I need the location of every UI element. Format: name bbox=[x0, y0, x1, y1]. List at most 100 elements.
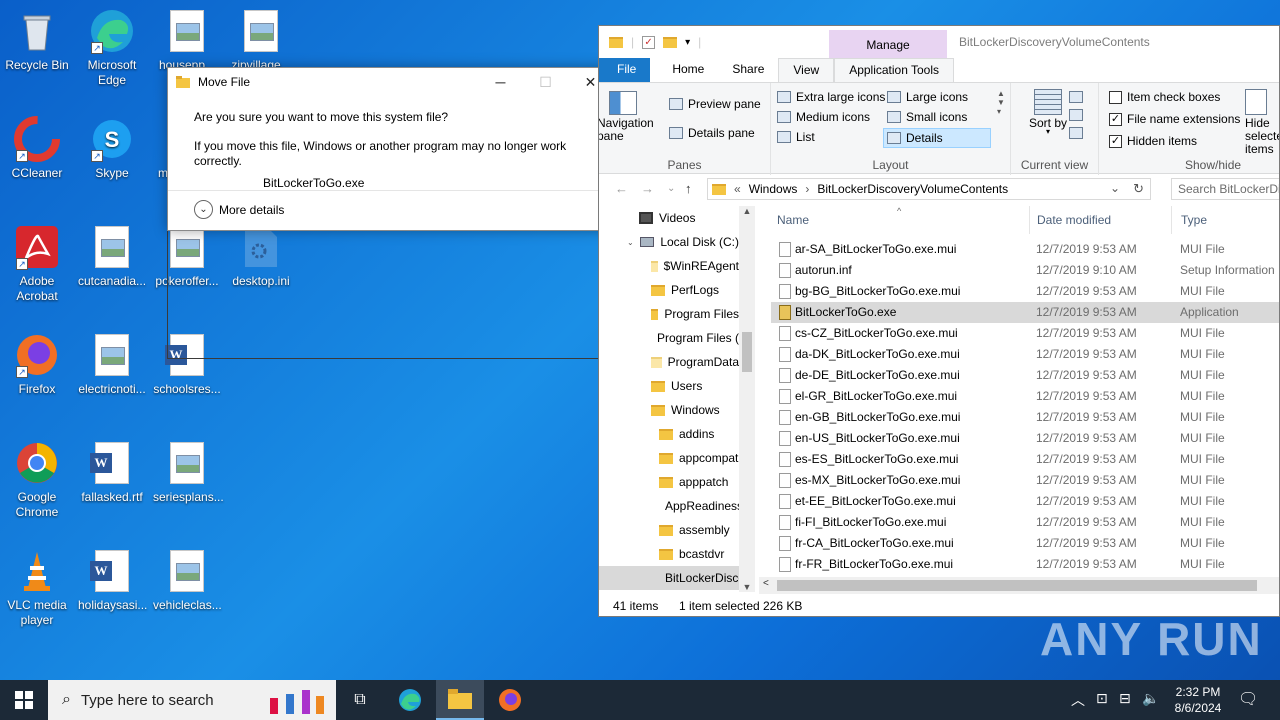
desktop-icon-cutcanadia[interactable]: cutcanadia... bbox=[78, 224, 146, 289]
desktop-icon-vehicleclas[interactable]: vehicleclas... bbox=[153, 548, 222, 613]
forward-arrow-icon[interactable]: → bbox=[641, 181, 654, 196]
file-row[interactable]: fi-FI_BitLockerToGo.exe.mui 12/7/2019 9:5… bbox=[771, 512, 1279, 533]
task-view-button[interactable]: ⧉ bbox=[336, 680, 384, 720]
breadcrumb-windows[interactable]: Windows bbox=[749, 182, 798, 196]
more-details-button[interactable]: ⌄ More details bbox=[194, 200, 284, 219]
nav-item-local-disk[interactable]: ⌄ Local Disk (C:) bbox=[599, 230, 739, 254]
file-row[interactable]: ar-SA_BitLockerToGo.exe.mui 12/7/2019 9:5… bbox=[771, 239, 1279, 260]
taskbar-file-explorer[interactable] bbox=[436, 680, 484, 720]
extra-large-icons-option[interactable]: Extra large icons bbox=[777, 90, 885, 104]
desktop-icon-zipvillage[interactable]: zipvillage... bbox=[227, 8, 295, 73]
horizontal-scrollbar[interactable]: < bbox=[759, 577, 1279, 594]
network-icon[interactable]: ⊟ bbox=[1119, 690, 1131, 707]
desktop-icon-ccleaner[interactable]: ↗ CCleaner bbox=[3, 116, 71, 181]
up-arrow-icon[interactable]: ↑ bbox=[685, 181, 692, 196]
taskbar-clock[interactable]: 2:32 PM 8/6/2024 bbox=[1168, 684, 1228, 716]
navigation-pane-button[interactable]: Navigation pane bbox=[599, 91, 657, 143]
medium-icons-option[interactable]: Medium icons bbox=[777, 110, 870, 124]
tab-file[interactable]: File bbox=[599, 58, 651, 82]
nav-item-bitlocker[interactable]: BitLockerDiscoveryVolumeContents bbox=[599, 566, 739, 590]
group-columns-buttons[interactable] bbox=[1069, 91, 1083, 139]
list-option[interactable]: List bbox=[777, 130, 815, 144]
details-pane-button[interactable]: Details pane bbox=[669, 126, 755, 140]
nav-item-program-files-x86[interactable]: Program Files (x86) bbox=[599, 326, 739, 350]
volume-icon[interactable]: 🔈 bbox=[1142, 690, 1159, 707]
file-row[interactable]: en-GB_BitLockerToGo.exe.mui 12/7/2019 9:5… bbox=[771, 407, 1279, 428]
file-row[interactable]: en-US_BitLockerToGo.exe.mui 12/7/2019 9:5… bbox=[771, 428, 1279, 449]
tab-share[interactable]: Share bbox=[718, 58, 778, 82]
start-button[interactable] bbox=[0, 680, 48, 720]
column-name[interactable]: Name bbox=[777, 213, 809, 227]
address-dropdown-icon[interactable]: ⌄ bbox=[1110, 181, 1120, 195]
minimize-button[interactable]: ─ bbox=[478, 68, 523, 96]
file-row[interactable]: et-EE_BitLockerToGo.exe.mui 12/7/2019 9:5… bbox=[771, 491, 1279, 512]
desktop-icon-firefox[interactable]: ↗ Firefox bbox=[3, 332, 71, 397]
file-name-extensions-toggle[interactable]: ✓ File name extensions bbox=[1109, 112, 1240, 126]
column-date-modified[interactable]: Date modified bbox=[1037, 213, 1111, 227]
tab-home[interactable]: Home bbox=[658, 58, 718, 82]
tab-application-tools[interactable]: Application Tools bbox=[834, 58, 955, 82]
notification-icon[interactable]: 🗨 bbox=[1238, 689, 1258, 709]
desktop-icon-electricnoti[interactable]: electricnoti... bbox=[78, 332, 146, 397]
file-row[interactable]: de-DE_BitLockerToGo.exe.mui 12/7/2019 9:5… bbox=[771, 365, 1279, 386]
desktop-icon-recycle-bin[interactable]: Recycle Bin bbox=[3, 8, 71, 73]
nav-item-users[interactable]: Users bbox=[599, 374, 739, 398]
item-check-boxes-toggle[interactable]: Item check boxes bbox=[1109, 90, 1220, 104]
desktop-icon-acrobat[interactable]: ↗ Adobe Acrobat bbox=[3, 224, 71, 304]
nav-item-programdata[interactable]: ProgramData bbox=[599, 350, 739, 374]
recent-locations-icon[interactable]: ⌄ bbox=[667, 183, 675, 194]
desktop-icon-fallasked[interactable]: W fallasked.rtf bbox=[78, 440, 146, 505]
desktop-icon-holidaysasi[interactable]: W holidaysasi... bbox=[78, 548, 147, 613]
desktop-icon-vlc[interactable]: VLC media player bbox=[3, 548, 71, 628]
search-input[interactable]: Search BitLockerDis bbox=[1171, 178, 1279, 200]
sort-by-button[interactable]: Sort by ▾ bbox=[1029, 89, 1067, 136]
desktop-icon-seriesplans[interactable]: seriesplans... bbox=[153, 440, 224, 505]
column-type[interactable]: Type bbox=[1181, 213, 1207, 227]
small-icons-option[interactable]: Small icons bbox=[887, 110, 967, 124]
customize-qat-icon[interactable]: ▾ bbox=[685, 37, 690, 48]
nav-item-winreagent[interactable]: $WinREAgent bbox=[599, 254, 739, 278]
address-bar[interactable]: « Windows › BitLockerDiscoveryVolumeCont… bbox=[707, 178, 1151, 200]
file-row[interactable]: autorun.inf 12/7/2019 9:10 AM Setup Inform… bbox=[771, 260, 1279, 281]
file-row[interactable]: bg-BG_BitLockerToGo.exe.mui 12/7/2019 9:5… bbox=[771, 281, 1279, 302]
file-row[interactable]: el-GR_BitLockerToGo.exe.mui 12/7/2019 9:5… bbox=[771, 386, 1279, 407]
nav-item-bcastdvr[interactable]: bcastdvr bbox=[599, 542, 739, 566]
folder-icon[interactable] bbox=[609, 36, 623, 48]
file-row[interactable]: es-ES_BitLockerToGo.exe.mui 12/7/2019 9:5… bbox=[771, 449, 1279, 470]
details-option[interactable]: Details bbox=[883, 128, 991, 148]
desktop-icon-chrome[interactable]: Google Chrome bbox=[3, 440, 71, 520]
nav-item-windows[interactable]: Windows bbox=[599, 398, 739, 422]
hidden-items-toggle[interactable]: ✓ Hidden items bbox=[1109, 134, 1197, 148]
file-row[interactable]: cs-CZ_BitLockerToGo.exe.mui 12/7/2019 9:5… bbox=[771, 323, 1279, 344]
nav-item-appreadiness[interactable]: AppReadiness bbox=[599, 494, 739, 518]
hide-selected-items-button[interactable]: Hide selected items bbox=[1245, 89, 1279, 156]
nav-item-perflogs[interactable]: PerfLogs bbox=[599, 278, 739, 302]
tray-device-icon[interactable]: ⊡ bbox=[1096, 690, 1108, 707]
tray-overflow-icon[interactable]: ︿ bbox=[1071, 690, 1085, 710]
file-row[interactable]: BitLockerToGo.exe 12/7/2019 9:53 AM Applic… bbox=[771, 302, 1279, 323]
breadcrumb-current[interactable]: BitLockerDiscoveryVolumeContents bbox=[817, 182, 1008, 196]
nav-pane-scrollbar[interactable]: ▲ ▼ bbox=[739, 206, 755, 592]
nav-item-apppatch[interactable]: apppatch bbox=[599, 470, 739, 494]
file-row[interactable]: fr-FR_BitLockerToGo.exe.mui 12/7/2019 9:5… bbox=[771, 554, 1279, 575]
back-arrow-icon[interactable]: ← bbox=[615, 181, 628, 196]
file-row[interactable]: fr-CA_BitLockerToGo.exe.mui 12/7/2019 9:5… bbox=[771, 533, 1279, 554]
nav-item-assembly[interactable]: assembly bbox=[599, 518, 739, 542]
desktop-icon-edge[interactable]: ↗ Microsoft Edge bbox=[78, 8, 146, 88]
taskbar-firefox[interactable] bbox=[486, 680, 534, 720]
taskbar-search-box[interactable]: ⌕ Type here to search bbox=[48, 680, 336, 720]
layout-scroll[interactable]: ▲ ▼ ▾ bbox=[997, 89, 1005, 116]
nav-item-appcompat[interactable]: appcompat bbox=[599, 446, 739, 470]
taskbar-edge[interactable] bbox=[386, 680, 434, 720]
refresh-icon[interactable]: ↻ bbox=[1133, 181, 1144, 197]
new-folder-icon[interactable] bbox=[663, 36, 678, 48]
preview-pane-button[interactable]: Preview pane bbox=[669, 97, 761, 111]
nav-item-addins[interactable]: addins bbox=[599, 422, 739, 446]
nav-item-videos[interactable]: Videos bbox=[599, 206, 739, 230]
large-icons-option[interactable]: Large icons bbox=[887, 90, 968, 104]
tab-view[interactable]: View bbox=[778, 58, 835, 82]
desktop-icon-skype[interactable]: S ↗ Skype bbox=[78, 116, 146, 181]
desktop-icon-housepp[interactable]: housepp... bbox=[153, 8, 221, 73]
properties-icon[interactable]: ✓ bbox=[642, 35, 656, 49]
file-row[interactable]: da-DK_BitLockerToGo.exe.mui 12/7/2019 9:5… bbox=[771, 344, 1279, 365]
